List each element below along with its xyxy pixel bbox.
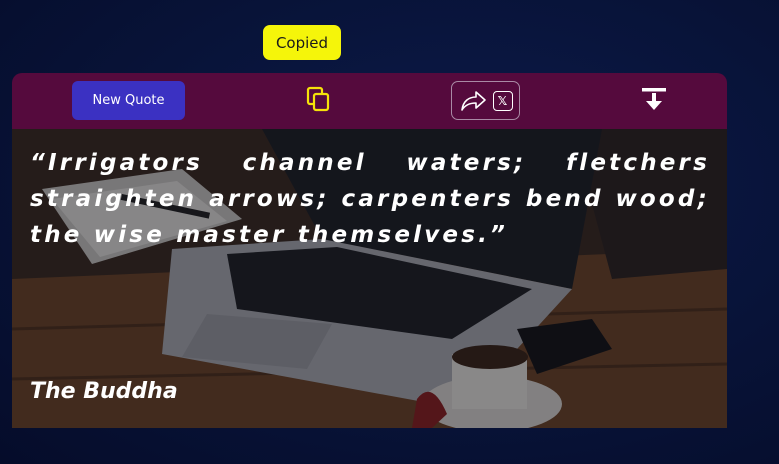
toolbar: New Quote 𝕏 bbox=[12, 73, 727, 129]
background-photo: “Irrigators channel waters; fletchers st… bbox=[12, 129, 727, 428]
quote-card: New Quote 𝕏 “Irrigators channel waters; … bbox=[12, 73, 727, 428]
download-button[interactable] bbox=[640, 85, 668, 113]
x-logo-icon: 𝕏 bbox=[492, 90, 513, 111]
quote-author: The Buddha bbox=[30, 379, 178, 404]
copied-tooltip: Copied bbox=[263, 25, 341, 60]
share-arrow-icon bbox=[460, 90, 486, 111]
copy-icon bbox=[306, 86, 330, 112]
new-quote-button[interactable]: New Quote bbox=[72, 81, 185, 120]
share-on-x-button[interactable]: 𝕏 bbox=[451, 81, 520, 120]
download-icon bbox=[642, 88, 666, 110]
copy-button[interactable] bbox=[305, 85, 333, 113]
quote-text: “Irrigators channel waters; fletchers st… bbox=[30, 150, 710, 248]
